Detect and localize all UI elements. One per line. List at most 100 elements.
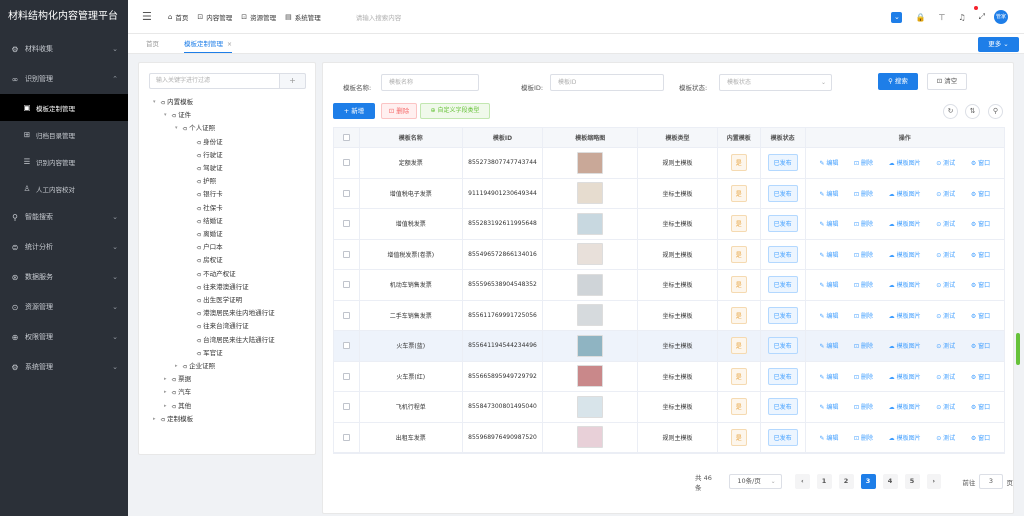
template-image-button[interactable]: ☁ 模板图片 <box>889 189 921 198</box>
template-image-button[interactable]: ☁ 模板图片 <box>889 402 921 411</box>
window-button[interactable]: ⚙ 窗口 <box>971 189 990 198</box>
template-image-button[interactable]: ☁ 模板图片 <box>889 219 921 228</box>
top-nav-item-1[interactable]: ⊡ 内容管理 <box>197 12 232 22</box>
scroll-indicator[interactable] <box>1016 333 1020 365</box>
more-button[interactable]: 更多 ⌄ <box>978 37 1019 52</box>
tree-node[interactable]: ⌂ 银行卡 <box>189 188 223 201</box>
sidebar-subitem-1[interactable]: ⊞ 归档目录管理 <box>0 121 128 148</box>
delete-row-button[interactable]: ⊡ 删除 <box>854 311 873 320</box>
delete-row-button[interactable]: ⊡ 删除 <box>854 250 873 259</box>
row-checkbox[interactable] <box>342 281 350 289</box>
add-button[interactable]: + 新增 <box>333 103 375 119</box>
test-button[interactable]: ⊙ 测试 <box>936 402 955 411</box>
tree-node[interactable]: ▸ ⌂ 定制模板 <box>153 413 193 426</box>
row-checkbox[interactable] <box>342 159 350 167</box>
tree-add-button[interactable]: + <box>279 73 306 89</box>
delete-row-button[interactable]: ⊡ 删除 <box>854 219 873 228</box>
tree-node[interactable]: ▸ ⌂ 票据 <box>164 373 191 386</box>
row-checkbox[interactable] <box>342 372 350 380</box>
search-toggle-icon[interactable]: ⚲ <box>988 104 1003 119</box>
edit-button[interactable]: ✎ 编辑 <box>819 219 838 228</box>
tree-node[interactable]: ⌂ 社保卡 <box>189 202 223 215</box>
sidebar-item-6[interactable]: ⊕ 权限管理 ⌄ <box>0 322 128 352</box>
tree-node[interactable]: ⌂ 身份证 <box>189 136 223 149</box>
sidebar-subitem-2[interactable]: ☰ 识别内容管理 <box>0 148 128 175</box>
window-button[interactable]: ⚙ 窗口 <box>971 158 990 167</box>
window-button[interactable]: ⚙ 窗口 <box>971 280 990 289</box>
tree-node[interactable]: ⌂ 港澳居民来往内地通行证 <box>189 307 275 320</box>
template-image-button[interactable]: ☁ 模板图片 <box>889 372 921 381</box>
id-filter-input[interactable]: 模板ID <box>550 74 664 91</box>
template-thumbnail[interactable] <box>577 426 604 449</box>
template-thumbnail[interactable] <box>577 365 604 388</box>
tree-node[interactable]: ⌂ 房权证 <box>189 254 223 267</box>
row-checkbox[interactable] <box>342 311 350 319</box>
goto-page-input[interactable]: 3 <box>979 474 1003 489</box>
tree-node[interactable]: ⌂ 离婚证 <box>189 228 223 241</box>
template-thumbnail[interactable] <box>577 334 604 357</box>
delete-row-button[interactable]: ⊡ 删除 <box>854 433 873 442</box>
edit-button[interactable]: ✎ 编辑 <box>819 402 838 411</box>
hamburger-icon[interactable]: ☰ <box>142 10 152 23</box>
template-thumbnail[interactable] <box>577 151 604 174</box>
tree-node[interactable]: ⌂ 军官证 <box>189 347 223 360</box>
delete-row-button[interactable]: ⊡ 删除 <box>854 341 873 350</box>
page-size-select[interactable]: 10条/页 ⌄ <box>729 474 782 489</box>
window-button[interactable]: ⚙ 窗口 <box>971 402 990 411</box>
test-button[interactable]: ⊙ 测试 <box>936 219 955 228</box>
sidebar-subitem-0[interactable]: ▣ 模板定制管理 <box>0 94 128 121</box>
tree-node[interactable]: ▸ ⌂ 企业证照 <box>175 360 215 373</box>
tree-node[interactable]: ▸ ⌂ 其他 <box>164 400 191 413</box>
page-button-4[interactable]: 4 <box>882 474 898 489</box>
test-button[interactable]: ⊙ 测试 <box>936 311 955 320</box>
tree-node[interactable]: ⌂ 不动产权证 <box>189 268 236 281</box>
edit-button[interactable]: ✎ 编辑 <box>819 280 838 289</box>
edit-button[interactable]: ✎ 编辑 <box>819 341 838 350</box>
search-button[interactable]: ⚲ 搜索 <box>878 73 918 90</box>
column-settings-icon[interactable]: ⇅ <box>965 104 980 119</box>
row-checkbox[interactable] <box>342 433 350 441</box>
tree-node[interactable]: ⌂ 往来台湾通行证 <box>189 320 249 333</box>
avatar[interactable]: 管家 <box>994 10 1008 24</box>
test-button[interactable]: ⊙ 测试 <box>936 372 955 381</box>
template-thumbnail[interactable] <box>577 182 604 205</box>
refresh-icon[interactable]: ↻ <box>943 104 958 119</box>
page-button-2[interactable]: 2 <box>838 474 854 489</box>
tree-node[interactable]: ⌂ 出生医学证明 <box>189 294 243 307</box>
test-button[interactable]: ⊙ 测试 <box>936 341 955 350</box>
status-filter-select[interactable]: 模板状态 ⌄ <box>719 74 832 91</box>
sidebar-item-7[interactable]: ⚙ 系统管理 ⌄ <box>0 352 128 382</box>
delete-row-button[interactable]: ⊡ 删除 <box>854 280 873 289</box>
test-button[interactable]: ⊙ 测试 <box>936 433 955 442</box>
delete-row-button[interactable]: ⊡ 删除 <box>854 372 873 381</box>
tree-node[interactable]: ▾ ⌂ 个人证照 <box>175 122 215 135</box>
tree-node[interactable]: ⌂ 行驶证 <box>189 149 223 162</box>
tree-node[interactable]: ⌂ 台湾居民来往大陆通行证 <box>189 334 275 347</box>
close-icon[interactable]: × <box>227 41 232 48</box>
template-image-button[interactable]: ☁ 模板图片 <box>889 341 921 350</box>
delete-row-button[interactable]: ⊡ 删除 <box>854 189 873 198</box>
delete-button[interactable]: ⊡ 删除 <box>381 103 417 119</box>
tab-home[interactable]: 首页 <box>146 34 159 53</box>
template-image-button[interactable]: ☁ 模板图片 <box>889 280 921 289</box>
window-button[interactable]: ⚙ 窗口 <box>971 219 990 228</box>
row-checkbox[interactable] <box>342 342 350 350</box>
sidebar-item-4[interactable]: ⊛ 数据服务 ⌄ <box>0 262 128 292</box>
name-filter-input[interactable]: 模板名称 <box>381 74 479 91</box>
custom-field-type-button[interactable]: ⊕ 自定义字段类型 <box>420 103 490 119</box>
top-nav-item-0[interactable]: ⌂ 首页 <box>168 12 188 22</box>
sidebar-item-5[interactable]: ⊙ 资源管理 ⌄ <box>0 292 128 322</box>
tree-node[interactable]: ▸ ⌂ 汽车 <box>164 386 191 399</box>
delete-row-button[interactable]: ⊡ 删除 <box>854 402 873 411</box>
row-checkbox[interactable] <box>342 189 350 197</box>
edit-button[interactable]: ✎ 编辑 <box>819 158 838 167</box>
template-image-button[interactable]: ☁ 模板图片 <box>889 250 921 259</box>
test-button[interactable]: ⊙ 测试 <box>936 250 955 259</box>
test-button[interactable]: ⊙ 测试 <box>936 189 955 198</box>
row-checkbox[interactable] <box>342 403 350 411</box>
page-button-5[interactable]: 5 <box>904 474 920 489</box>
shirt-icon[interactable]: ⊤ <box>938 13 945 22</box>
window-button[interactable]: ⚙ 窗口 <box>971 372 990 381</box>
template-thumbnail[interactable] <box>577 395 604 418</box>
tree-node[interactable]: ⌂ 护照 <box>189 175 217 188</box>
